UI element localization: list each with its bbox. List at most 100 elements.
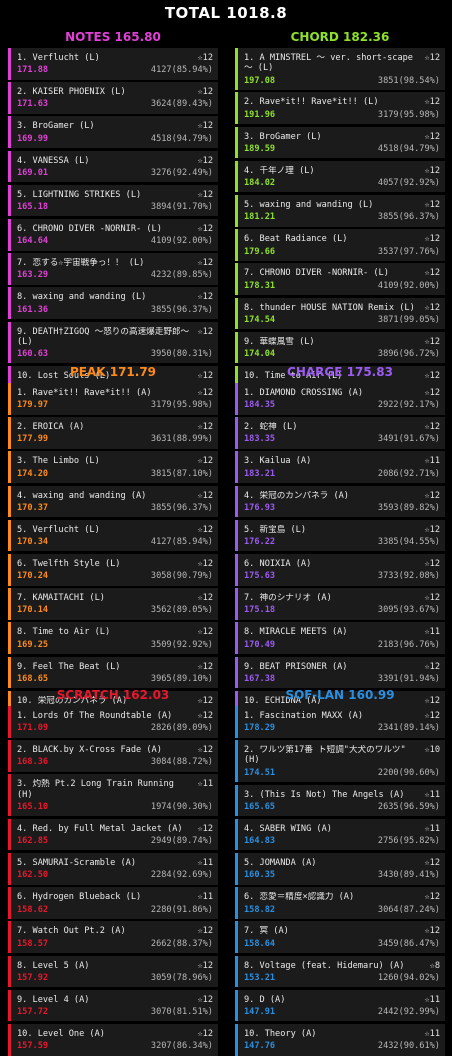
song-score: 3058 bbox=[150, 571, 172, 582]
song-score: 3894 bbox=[150, 202, 172, 213]
song-percentage: (89.82%) bbox=[398, 502, 440, 513]
song-percentage: (85.94%) bbox=[171, 537, 213, 548]
peak-section: PEAK 171.79 1. Rave*it!! Rave*it!! (A) ☆12… bbox=[8, 361, 218, 723]
song-title: 7. KAMAITACHI (L) bbox=[17, 593, 105, 604]
song-rating: 168.65 bbox=[17, 673, 49, 684]
song-score: 3459 bbox=[377, 938, 399, 949]
song-score: 2826 bbox=[150, 723, 172, 734]
song-score: 2662 bbox=[150, 938, 172, 949]
song-percentage: (95.82%) bbox=[398, 836, 440, 847]
difficulty-level: ☆12 bbox=[197, 292, 213, 303]
song-entry: 9. 華蝶風雪 (L) ☆12 174.04 3896 (96.72%) bbox=[235, 331, 445, 364]
song-percentage: (95.98%) bbox=[398, 109, 440, 120]
song-rating: 170.49 bbox=[244, 639, 276, 650]
difficulty-level: ☆12 bbox=[424, 593, 440, 604]
notes-section: NOTES 165.80 1. Verflucht (L) ☆12 171.88 412… bbox=[8, 26, 218, 398]
song-entry: 3. (This Is Not) The Angels (A) ☆11 165.65… bbox=[235, 784, 445, 817]
song-entry: 2. BLACK.by X-Cross Fade (A) ☆12 168.36 308… bbox=[8, 740, 218, 772]
song-entry: 7. 冥 (A) ☆12 158.64 3459 (86.47%) bbox=[235, 921, 445, 954]
song-percentage: (88.37%) bbox=[171, 938, 213, 949]
song-entry: 4. 栄冠のカンパネラ (A) ☆12 176.93 3593 (89.82%) bbox=[235, 485, 445, 518]
song-rating: 179.66 bbox=[244, 246, 276, 257]
song-score: 3179 bbox=[150, 400, 172, 411]
song-rating: 158.82 bbox=[244, 904, 276, 915]
song-entry: 10. Level One (A) ☆12 157.59 3207 (86.34%) bbox=[8, 1023, 218, 1056]
song-rating: 171.09 bbox=[17, 723, 49, 734]
song-rating: 157.72 bbox=[17, 1007, 49, 1018]
song-entry: 8. Level 5 (A) ☆12 157.92 3059 (78.96%) bbox=[8, 955, 218, 988]
song-percentage: (96.37%) bbox=[398, 212, 440, 223]
song-rating: 175.63 bbox=[244, 571, 276, 582]
song-rating: 147.76 bbox=[244, 1041, 276, 1052]
song-title: 8. Level 5 (A) bbox=[17, 960, 90, 971]
song-rating: 162.85 bbox=[17, 836, 49, 847]
song-entry: 5. 新宝島 (L) ☆12 176.22 3385 (94.55%) bbox=[235, 519, 445, 552]
song-score: 3896 bbox=[377, 349, 399, 360]
song-rating: 189.59 bbox=[244, 143, 276, 154]
song-entry: 2. EROICA (A) ☆12 177.99 3631 (88.99%) bbox=[8, 417, 218, 449]
song-rating: 168.36 bbox=[17, 757, 49, 768]
song-title: 3. 灼熱 Pt.2 Long Train Running (H) bbox=[17, 779, 174, 800]
song-score: 4127 bbox=[150, 537, 172, 548]
song-title: 5. 新宝島 (L) bbox=[244, 524, 306, 535]
song-entry: 2. ワルツ第17番 ト短調"大犬のワルツ" (H) ☆10 174.51 2200 … bbox=[235, 740, 445, 783]
song-rating: 165.18 bbox=[17, 202, 49, 213]
section-title: PEAK 171.79 bbox=[69, 365, 157, 379]
song-rating: 171.63 bbox=[17, 99, 49, 110]
difficulty-level: ☆12 bbox=[197, 189, 213, 200]
song-score: 3095 bbox=[377, 605, 399, 616]
song-title: 5. waxing and wanding (L) bbox=[244, 200, 374, 211]
song-score: 3631 bbox=[150, 434, 172, 445]
song-title: 6. Hydrogen Blueback (L) bbox=[17, 892, 142, 903]
song-rating: 170.24 bbox=[17, 571, 49, 582]
song-entry: 4. waxing and wanding (A) ☆12 170.37 3855 (… bbox=[8, 485, 218, 518]
song-score: 3059 bbox=[150, 972, 172, 983]
difficulty-level: ☆12 bbox=[197, 960, 213, 971]
song-rating: 169.01 bbox=[17, 167, 49, 178]
song-percentage: (92.71%) bbox=[398, 468, 440, 479]
song-percentage: (92.00%) bbox=[398, 280, 440, 291]
song-title: 1. Verflucht (L) bbox=[17, 53, 100, 63]
song-title: 1. DIAMOND CROSSING (A) bbox=[244, 388, 363, 398]
song-rating: 176.22 bbox=[244, 537, 276, 548]
song-entry: 1. Verflucht (L) ☆12 171.88 4127 (85.94%) bbox=[8, 48, 218, 80]
song-rating: 164.64 bbox=[17, 236, 49, 247]
song-percentage: (90.60%) bbox=[398, 767, 440, 778]
song-list: 1. Rave*it!! Rave*it!! (A) ☆12 179.97 3179 … bbox=[8, 383, 218, 723]
song-score: 4232 bbox=[150, 270, 172, 281]
song-entry: 4. SABER WING (A) ☆11 164.83 2756 (95.82%) bbox=[235, 818, 445, 851]
song-rating: 160.35 bbox=[244, 870, 276, 881]
song-rating: 170.34 bbox=[17, 537, 49, 548]
section-title: SOF-LAN 160.99 bbox=[285, 688, 395, 702]
song-entry: 4. Red. by Full Metal Jacket (A) ☆12 162.8… bbox=[8, 818, 218, 851]
song-rating: 184.02 bbox=[244, 178, 276, 189]
song-rating: 165.10 bbox=[17, 801, 49, 812]
song-percentage: (91.86%) bbox=[171, 904, 213, 915]
song-score: 2086 bbox=[377, 468, 399, 479]
difficulty-level: ☆12 bbox=[197, 121, 213, 132]
charge-section: CHARGE 175.83 1. DIAMOND CROSSING (A) ☆12 1… bbox=[235, 361, 445, 723]
song-entry: 8. MIRACLE MEETS (A) ☆11 170.49 2183 (96.76… bbox=[235, 622, 445, 654]
song-entry: 1. A MINSTREL ～ ver. short-scape ～ (L) ☆1… bbox=[235, 48, 445, 90]
song-score: 3871 bbox=[377, 314, 399, 325]
song-entry: 2. 蛇神 (L) ☆12 183.35 3491 (91.67%) bbox=[235, 417, 445, 449]
song-score: 2432 bbox=[377, 1041, 399, 1052]
song-title: 5. LIGHTNING STRIKES (L) bbox=[17, 189, 142, 200]
song-rating: 184.35 bbox=[244, 400, 276, 411]
song-percentage: (88.99%) bbox=[171, 434, 213, 445]
song-percentage: (92.00%) bbox=[171, 236, 213, 247]
song-rating: 170.14 bbox=[17, 605, 49, 616]
difficulty-level: ☆12 bbox=[424, 336, 440, 347]
song-title: 10. Level One (A) bbox=[17, 1028, 105, 1039]
song-title: 9. Level 4 (A) bbox=[17, 994, 90, 1005]
song-percentage: (89.43%) bbox=[171, 99, 213, 110]
song-percentage: (98.54%) bbox=[398, 75, 440, 86]
difficulty-level: ☆12 bbox=[197, 490, 213, 501]
song-entry: 3. The Limbo (L) ☆12 174.20 3815 (87.10%) bbox=[8, 451, 218, 483]
song-score: 4109 bbox=[377, 280, 399, 291]
song-percentage: (89.85%) bbox=[171, 270, 213, 281]
song-score: 4127 bbox=[150, 65, 172, 76]
song-score: 2635 bbox=[377, 801, 399, 812]
song-title: 2. KAISER PHOENIX (L) bbox=[17, 87, 126, 98]
difficulty-level: ☆12 bbox=[424, 926, 440, 937]
